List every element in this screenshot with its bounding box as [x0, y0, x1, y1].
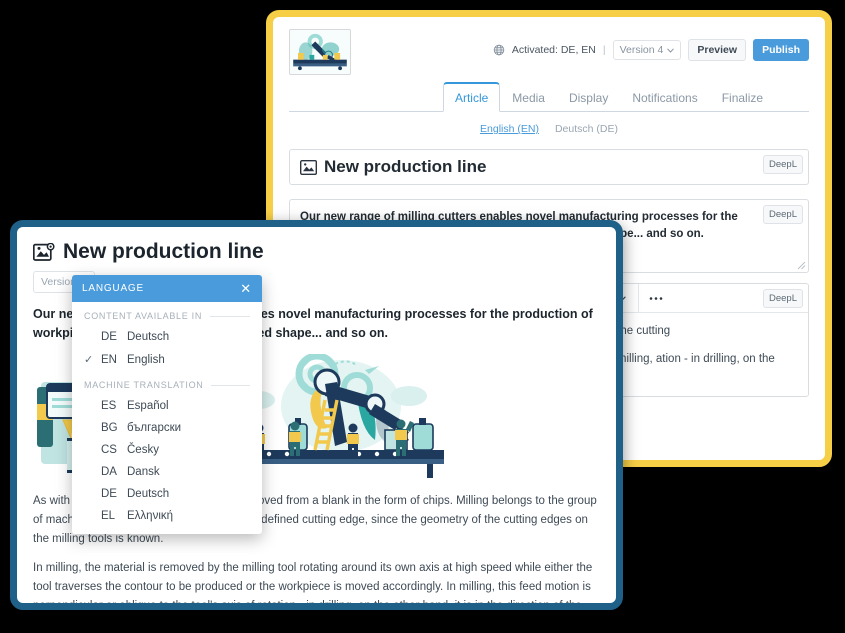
tab-display[interactable]: Display: [557, 83, 620, 112]
language-code: EL: [101, 510, 116, 522]
language-name: Dansk: [127, 466, 160, 478]
activated-languages-label: Activated: DE, EN: [511, 44, 596, 56]
body-paragraph: In milling, the material is removed by t…: [33, 561, 593, 610]
divider: [211, 384, 250, 386]
editor-tabs: Article Media Display Notifications Fina…: [289, 81, 809, 112]
language-code: ES: [101, 400, 117, 412]
version-dropdown-button[interactable]: Version 4: [612, 40, 682, 60]
group-content-available-in: CONTENT AVAILABLE IN: [72, 302, 262, 326]
globe-icon: [493, 44, 505, 56]
language-option-el[interactable]: EL Ελληνική: [72, 505, 262, 527]
language-option-de-mt[interactable]: DE Deutsch: [72, 483, 262, 505]
language-tab-deutsch[interactable]: Deutsch (DE): [555, 123, 618, 135]
chevron-down-icon: [667, 47, 675, 53]
language-option-da[interactable]: DA Dansk: [72, 461, 262, 483]
tab-article[interactable]: Article: [442, 82, 501, 112]
version-dropdown-label: Version: [41, 276, 77, 288]
language-name: Deutsch: [127, 331, 170, 343]
version-dropdown-label: Version 4: [619, 44, 664, 56]
tab-media[interactable]: Media: [500, 83, 557, 112]
image-settings-icon: [32, 242, 55, 262]
article-thumbnail[interactable]: [289, 29, 351, 75]
language-name: English: [127, 353, 165, 366]
group-title: CONTENT AVAILABLE IN: [84, 311, 203, 321]
more-options-icon[interactable]: [642, 284, 669, 312]
language-popup-title: LANGUAGE: [82, 283, 144, 294]
language-name: Česky: [127, 444, 159, 456]
language-name: Español: [127, 400, 169, 412]
language-code: DE: [101, 488, 117, 500]
title-field-wrapper: New production line DeepL: [289, 149, 809, 185]
language-option-bg[interactable]: BG български: [72, 417, 262, 439]
divider: [210, 315, 250, 317]
editor-header: Activated: DE, EN | Version 4 Preview Pu…: [289, 29, 809, 75]
group-title: MACHINE TRANSLATION: [84, 380, 204, 390]
tab-notifications[interactable]: Notifications: [620, 83, 709, 112]
language-tabs: English (EN) Deutsch (DE): [289, 123, 809, 135]
language-name: Ελληνική: [127, 510, 174, 522]
page-title-text: New production line: [63, 240, 264, 263]
title-value: New production line: [324, 157, 487, 176]
page-title: New production line: [32, 240, 600, 264]
language-option-en[interactable]: ✓ EN English: [72, 348, 262, 371]
image-icon: [299, 159, 318, 175]
deepl-button-title[interactable]: DeepL: [763, 155, 803, 174]
language-code: BG: [101, 422, 118, 434]
language-code: EN: [101, 353, 117, 366]
language-option-cs[interactable]: CS Česky: [72, 439, 262, 461]
language-code: DA: [101, 466, 117, 478]
preview-button[interactable]: Preview: [688, 39, 747, 61]
language-option-es[interactable]: ES Español: [72, 395, 262, 417]
close-icon[interactable]: ✕: [240, 282, 252, 295]
title-input[interactable]: New production line: [289, 149, 809, 185]
language-name: Deutsch: [127, 488, 170, 500]
language-dropdown-popup: LANGUAGE ✕ CONTENT AVAILABLE IN DE Deuts…: [72, 275, 262, 534]
language-code: CS: [101, 444, 117, 456]
language-popup-header: LANGUAGE ✕: [72, 275, 262, 302]
language-option-de[interactable]: DE Deutsch: [72, 326, 262, 348]
language-tab-english[interactable]: English (EN): [480, 123, 539, 135]
tab-finalize[interactable]: Finalize: [710, 83, 775, 112]
resize-grip-icon[interactable]: [797, 261, 806, 270]
robot-production-line-illustration: [290, 30, 350, 74]
language-code: DE: [101, 331, 117, 343]
header-separator: |: [602, 44, 606, 56]
check-icon: ✓: [84, 354, 94, 366]
article-preview-window: New production line Version Our new rang…: [10, 220, 623, 610]
language-name: български: [127, 422, 182, 434]
group-machine-translation: MACHINE TRANSLATION: [72, 371, 262, 395]
deepl-button-teaser[interactable]: DeepL: [763, 205, 803, 224]
publish-button[interactable]: Publish: [753, 39, 809, 61]
deepl-button-body[interactable]: DeepL: [763, 289, 803, 308]
